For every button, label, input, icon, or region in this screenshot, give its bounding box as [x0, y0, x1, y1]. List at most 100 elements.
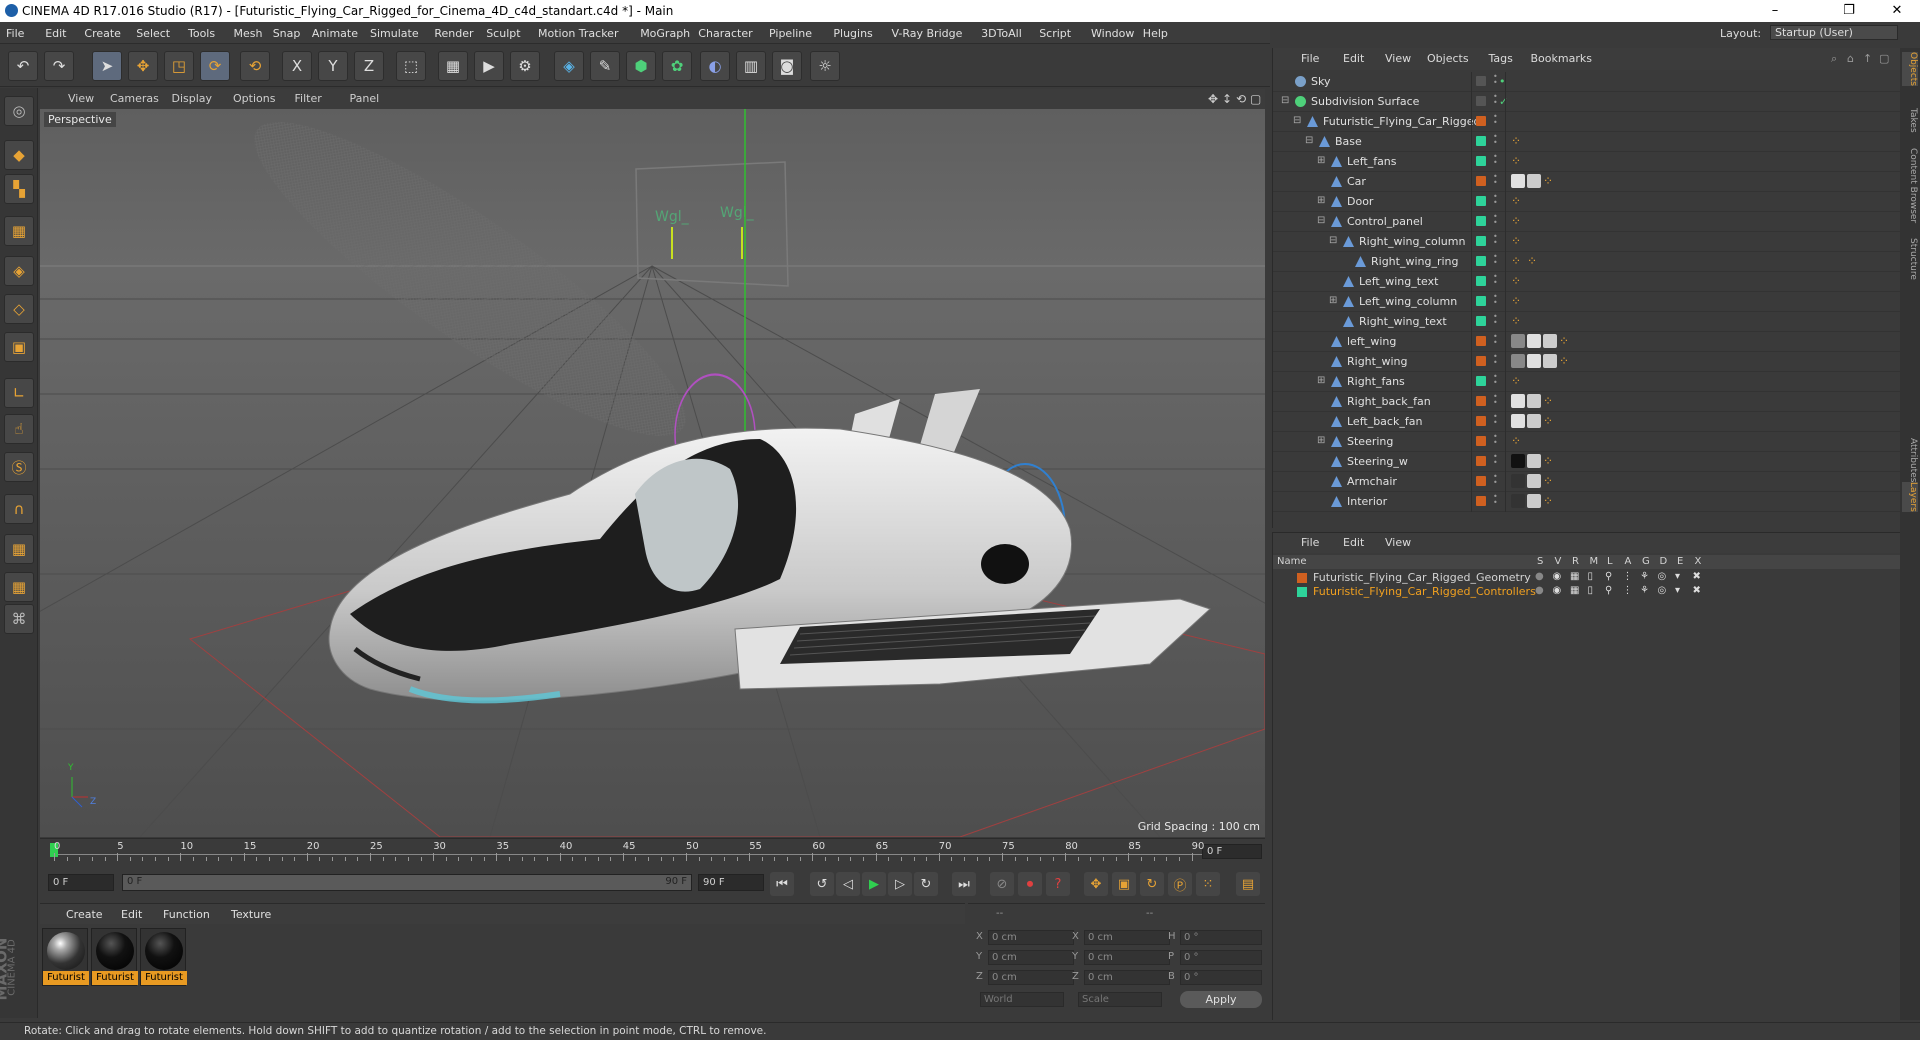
tab-attributes[interactable]: Attributes	[1902, 438, 1918, 482]
object-row[interactable]: Right_back_fan • • ⁘	[1273, 392, 1901, 412]
undo-icon[interactable]: ↶	[8, 51, 38, 81]
layer-toggle-icon[interactable]: ▾	[1675, 585, 1680, 596]
object-name[interactable]: Right_wing_text	[1359, 315, 1447, 328]
menu-snap[interactable]: Snap	[273, 27, 301, 40]
visibility-dots[interactable]: • •	[1493, 473, 1498, 488]
menu-plugins[interactable]: Plugins	[833, 27, 872, 40]
layer-name[interactable]: Futuristic_Flying_Car_Rigged_Controllers	[1313, 585, 1536, 598]
keyframe-icon[interactable]: ⊘	[990, 872, 1014, 896]
layer-col-v[interactable]: V	[1555, 556, 1562, 567]
visibility-dots[interactable]: • •	[1493, 293, 1498, 308]
object-tag-icon[interactable]: ⁘	[1511, 154, 1525, 168]
position-z-field[interactable]: 0 cm	[988, 970, 1074, 985]
object-row[interactable]: Right_wing_ring • • ⁘ ⁘	[1273, 252, 1901, 272]
start-frame-field[interactable]: 0 F	[48, 874, 114, 891]
layer-col-g[interactable]: G	[1642, 556, 1650, 567]
object-name[interactable]: Right_fans	[1347, 375, 1405, 388]
menu-select[interactable]: Select	[136, 27, 170, 40]
coord-icon[interactable]: ⬚	[396, 51, 426, 81]
prev-key-icon[interactable]: ↺	[810, 872, 834, 896]
viewport-menu-filter[interactable]: Filter	[295, 92, 322, 105]
layer-color-chip[interactable]	[1476, 476, 1486, 486]
material-menu-create[interactable]: Create	[66, 908, 103, 921]
layer-color-chip[interactable]	[1476, 236, 1486, 246]
tab-takes[interactable]: Takes	[1902, 108, 1918, 133]
object-tag-icon[interactable]: ⁘	[1543, 494, 1557, 508]
light-icon[interactable]: ☼	[810, 51, 840, 81]
rotation-p-field[interactable]: 0 °	[1180, 950, 1262, 965]
visibility-dots[interactable]: • •	[1493, 413, 1498, 428]
object-tag-icon[interactable]: ⁘	[1511, 134, 1525, 148]
nurbs-icon[interactable]: ⬢	[626, 51, 656, 81]
next-key-icon[interactable]: ↻	[914, 872, 938, 896]
menu-mesh[interactable]: Mesh	[234, 27, 263, 40]
visibility-dots[interactable]: • •	[1493, 213, 1498, 228]
layer-toggle-icon[interactable]: ⚘	[1640, 585, 1649, 596]
material-swatch[interactable]: Futurist	[42, 928, 89, 986]
object-row[interactable]: ⊞ Steering • • ⁘	[1273, 432, 1901, 452]
object-name[interactable]: Right_wing_column	[1359, 235, 1465, 248]
object-name[interactable]: Car	[1347, 175, 1366, 188]
layer-color-chip[interactable]	[1476, 76, 1486, 86]
object-tag-icon[interactable]	[1527, 414, 1541, 428]
layer-toggle-icon[interactable]: ▦	[1570, 571, 1579, 582]
object-row[interactable]: Steering_w • • ⁘	[1273, 452, 1901, 472]
tree-expand-icon[interactable]: ⊞	[1317, 155, 1325, 166]
menu-window[interactable]: Window	[1091, 27, 1134, 40]
object-row[interactable]: Sky • • •	[1273, 72, 1901, 92]
make-editable-icon[interactable]: ◎	[4, 96, 34, 126]
camera-icon[interactable]: ◙	[772, 51, 802, 81]
tweak-mode-icon[interactable]: ☝	[4, 414, 34, 444]
grid-lock-icon[interactable]: ▦	[4, 572, 34, 602]
visibility-dots[interactable]: • •	[1493, 353, 1498, 368]
object-name[interactable]: Control_panel	[1347, 215, 1423, 228]
object-tag-icon[interactable]	[1511, 494, 1525, 508]
layer-color-chip[interactable]	[1476, 256, 1486, 266]
layout-selector[interactable]: Layout: Startup (User)	[1720, 24, 1898, 41]
layer-toggle-icon[interactable]: ⚲	[1605, 571, 1612, 582]
object-name[interactable]: Armchair	[1347, 475, 1397, 488]
object-name[interactable]: Left_wing_column	[1359, 295, 1457, 308]
object-row[interactable]: ⊟ Base • • ⁘	[1273, 132, 1901, 152]
position-y-field[interactable]: 0 cm	[988, 950, 1074, 965]
object-tag-icon[interactable]: ⁘	[1543, 394, 1557, 408]
record-icon[interactable]: ⏺	[1018, 872, 1042, 896]
object-name[interactable]: Futuristic_Flying_Car_Rigged	[1323, 115, 1480, 128]
object-tag-icon[interactable]	[1527, 334, 1541, 348]
layer-col-a[interactable]: A	[1625, 556, 1632, 567]
layer-toggle-icon[interactable]: ◉	[1553, 585, 1562, 596]
tab-structure[interactable]: Structure	[1902, 238, 1918, 280]
visibility-dots[interactable]: • •	[1493, 193, 1498, 208]
grid-snap-icon[interactable]: ▦	[4, 534, 34, 564]
cube-icon[interactable]: ◈	[554, 51, 584, 81]
close-button[interactable]: ✕	[1874, 0, 1920, 22]
tab-layers[interactable]: Layers	[1902, 482, 1918, 512]
select-icon[interactable]: ➤	[92, 51, 122, 81]
visibility-dots[interactable]: • •	[1493, 73, 1498, 88]
workplane-icon[interactable]: ▦	[4, 216, 34, 246]
visibility-dots[interactable]: • •	[1493, 133, 1498, 148]
object-tag-icon[interactable]	[1511, 394, 1525, 408]
layer-menu-file[interactable]: File	[1301, 536, 1319, 549]
goto-end-icon[interactable]: ⏭	[952, 872, 976, 896]
object-tag-icon[interactable]	[1527, 494, 1541, 508]
layer-col-e[interactable]: E	[1677, 556, 1683, 567]
rotation-b-field[interactable]: 0 °	[1180, 970, 1262, 985]
layer-toggle-icon[interactable]: ◉	[1553, 571, 1562, 582]
layer-row[interactable]: Futuristic_Flying_Car_Rigged_Controllers…	[1273, 585, 1901, 599]
object-tag-icon[interactable]: ⁘	[1543, 174, 1557, 188]
rotation-h-field[interactable]: 0 °	[1180, 930, 1262, 945]
tree-expand-icon[interactable]: ⊟	[1281, 95, 1289, 106]
object-name[interactable]: Right_back_fan	[1347, 395, 1431, 408]
layer-color-chip[interactable]	[1476, 116, 1486, 126]
object-menu-file[interactable]: File	[1301, 52, 1319, 65]
layer-color-chip[interactable]	[1476, 96, 1486, 106]
object-row[interactable]: Armchair • • ⁘	[1273, 472, 1901, 492]
coord-system-dropdown[interactable]: World	[980, 992, 1064, 1007]
material-swatch[interactable]: Futurist	[91, 928, 138, 986]
layer-col-r[interactable]: R	[1572, 556, 1579, 567]
object-name[interactable]: left_wing	[1347, 335, 1396, 348]
next-frame-icon[interactable]: ▷	[888, 872, 912, 896]
prev-frame-icon[interactable]: ◁	[836, 872, 860, 896]
tree-expand-icon[interactable]: ⊟	[1329, 235, 1337, 246]
